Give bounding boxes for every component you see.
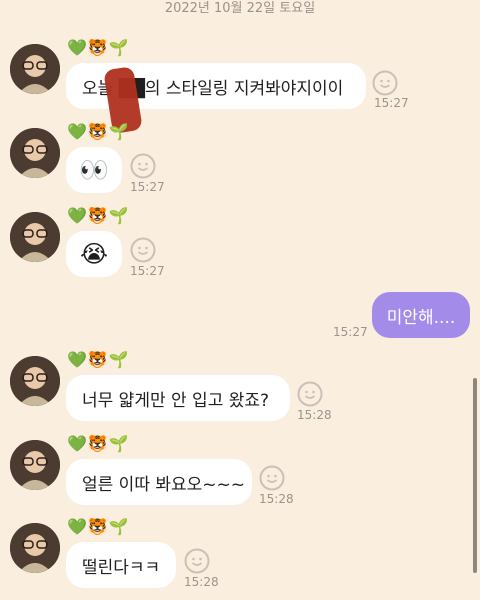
sender-name: 💚🐯🌱 (67, 206, 130, 225)
smiley-add-icon[interactable] (130, 237, 156, 263)
message-text: 너무 얇게만 안 입고 왔죠? (82, 390, 270, 411)
message-bubble[interactable]: 떨린다ㅋㅋ (66, 542, 176, 588)
avatar[interactable] (10, 212, 60, 262)
sender-name: 💚🐯🌱 (67, 38, 130, 57)
message-time: 15:27 (130, 264, 165, 278)
message-time: 15:27 (130, 180, 165, 194)
message-time: 15:27 (374, 96, 409, 110)
message-bubble[interactable]: 😭 (66, 231, 122, 277)
date-divider: 2022년 10월 22일 토요일 (164, 1, 316, 16)
avatar[interactable] (10, 128, 60, 178)
scrollbar[interactable] (473, 378, 477, 573)
message-text: 😭 (79, 240, 109, 268)
avatar[interactable] (10, 440, 60, 490)
sender-name: 💚🐯🌱 (67, 517, 130, 536)
smiley-add-icon[interactable] (372, 70, 398, 96)
smiley-add-icon[interactable] (297, 381, 323, 407)
message-time: 15:27 (333, 325, 368, 339)
message-text: 떨린다ㅋㅋ (82, 557, 161, 578)
message-bubble[interactable]: 너무 얇게만 안 입고 왔죠? (66, 375, 290, 421)
message-text: 👀 (79, 156, 109, 184)
smiley-add-icon[interactable] (184, 548, 210, 574)
avatar[interactable] (10, 44, 60, 94)
avatar[interactable] (10, 523, 60, 573)
sender-name: 💚🐯🌱 (67, 122, 130, 141)
my-message-bubble[interactable]: 미안해.... (372, 292, 470, 338)
smiley-add-icon[interactable] (259, 465, 285, 491)
message-time: 15:28 (259, 492, 294, 506)
message-text: 얼른 이따 봐요오~~~ (82, 474, 246, 495)
message-time: 15:28 (297, 408, 332, 422)
sender-name: 💚🐯🌱 (67, 350, 130, 369)
message-text: 미안해.... (386, 307, 456, 328)
message-bubble[interactable]: 얼른 이따 봐요오~~~ (66, 459, 252, 505)
sender-name: 💚🐯🌱 (67, 434, 130, 453)
message-bubble[interactable]: 👀 (66, 147, 122, 193)
smiley-add-icon[interactable] (130, 153, 156, 179)
message-time: 15:28 (184, 575, 219, 589)
avatar[interactable] (10, 356, 60, 406)
